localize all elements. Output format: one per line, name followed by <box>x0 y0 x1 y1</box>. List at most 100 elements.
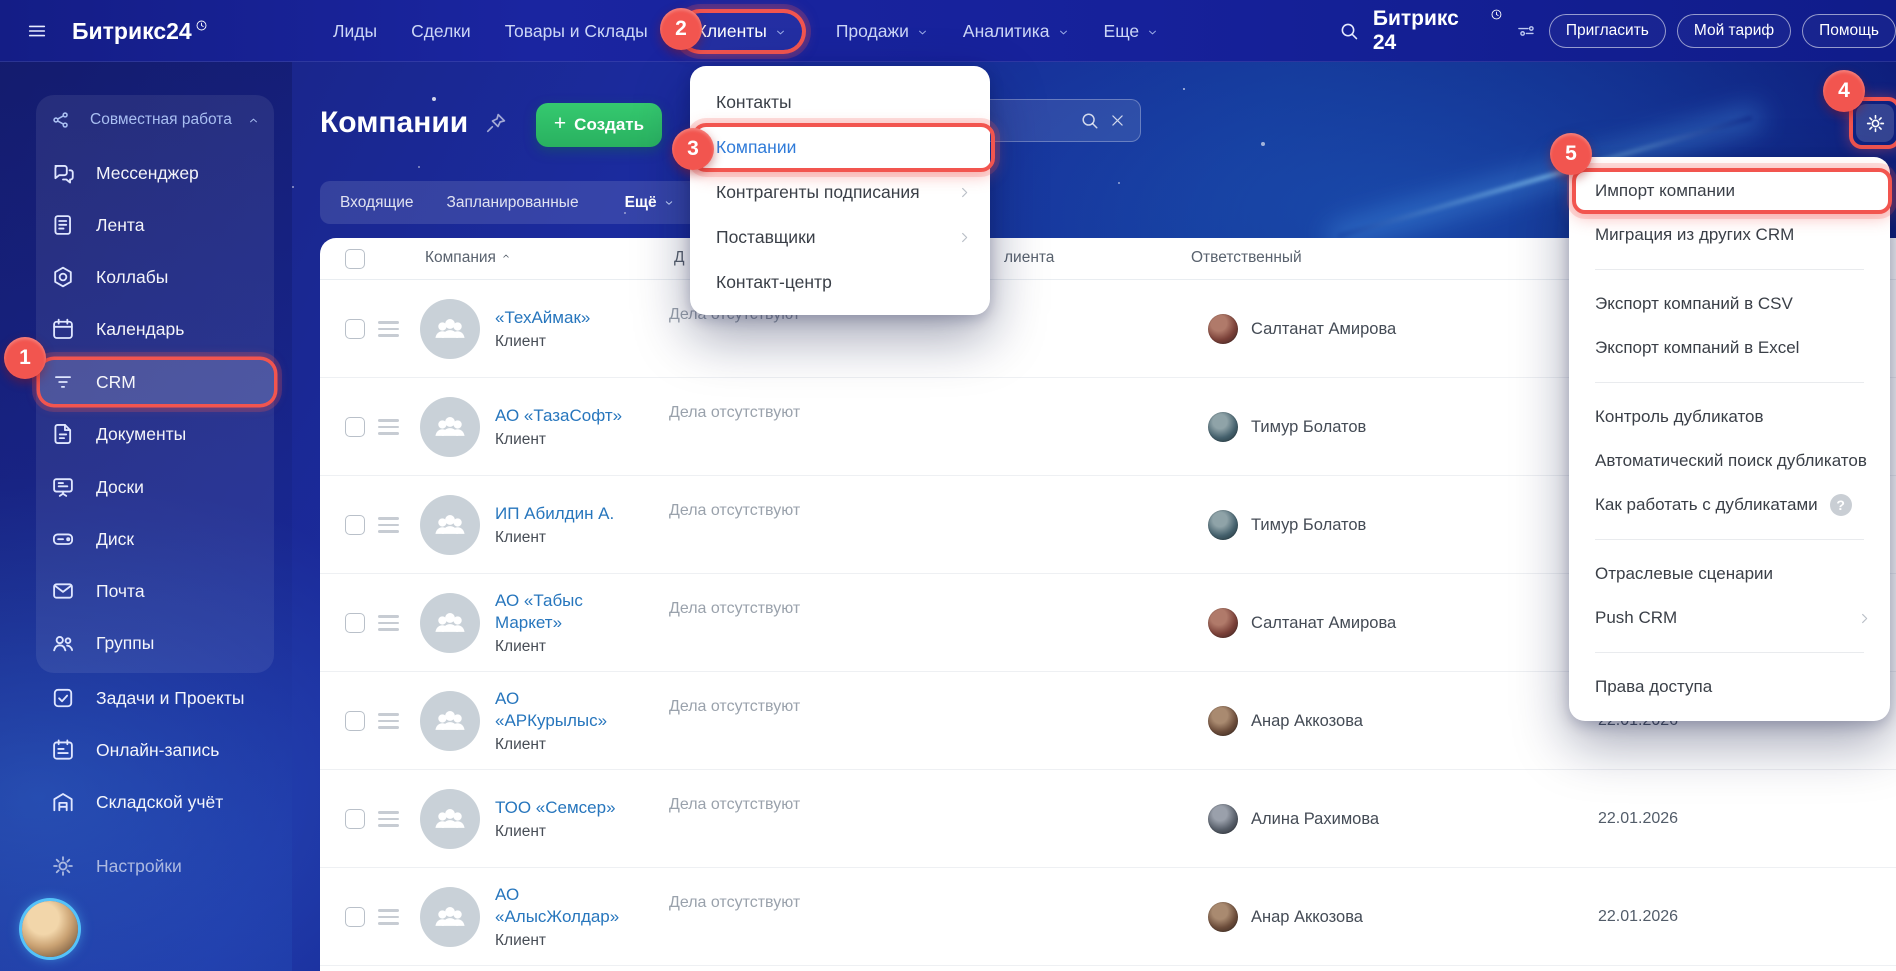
menu-item[interactable]: Контакты <box>690 80 990 125</box>
callout-badge-5: 5 <box>1550 133 1592 175</box>
search-icon[interactable] <box>1338 20 1360 42</box>
hamburger-menu-icon[interactable] <box>26 20 48 42</box>
sidebar-item-коллабы[interactable]: Коллабы <box>40 255 274 299</box>
create-button[interactable]: + Создать <box>536 103 662 147</box>
sidebar-item-label: Доски <box>96 477 144 498</box>
clear-search-icon[interactable] <box>1109 112 1126 129</box>
company-cell: АО «ТазаСофт»Клиент <box>495 378 630 476</box>
list-settings-gear-button[interactable] <box>1856 104 1894 142</box>
filter-tab[interactable]: Ещё <box>625 194 675 212</box>
nav-item[interactable]: Продажи <box>836 21 929 42</box>
activity-cell: Дела отсутствуют <box>669 600 800 618</box>
topbar-button[interactable]: Помощь <box>1802 14 1896 48</box>
topbar-button[interactable]: Пригласить <box>1549 14 1666 48</box>
sidebar-item-лента[interactable]: Лента <box>40 203 274 247</box>
portal-name-text: Битрикс 24 <box>1373 7 1487 55</box>
sidebar-item-календарь[interactable]: Календарь <box>40 307 274 351</box>
help-question-icon[interactable]: ? <box>1830 494 1852 516</box>
drag-handle-icon[interactable] <box>378 321 399 341</box>
collabs-icon <box>50 264 76 290</box>
sidebar-item-документы[interactable]: Документы <box>40 412 274 456</box>
table-settings-gear-icon[interactable] <box>378 250 396 268</box>
menu-item[interactable]: Экспорт компаний в CSV <box>1569 282 1890 326</box>
chevron-up-icon[interactable] <box>247 114 260 127</box>
user-avatar[interactable] <box>22 901 78 957</box>
nav-item[interactable]: Еще <box>1104 21 1160 42</box>
responsible-cell[interactable]: Тимур Болатов <box>1208 378 1366 476</box>
nav-item[interactable]: Лиды <box>333 21 377 42</box>
menu-item[interactable]: Отраслевые сценарии <box>1569 552 1890 596</box>
menu-item[interactable]: Контрагенты подписания <box>690 170 990 215</box>
sidebar-item-доски[interactable]: Доски <box>40 465 274 509</box>
menu-item[interactable]: Push CRM <box>1569 596 1890 640</box>
menu-item[interactable]: Контакт-центр <box>690 260 990 305</box>
sidebar-item-label: Диск <box>96 529 134 550</box>
responsible-cell[interactable]: Алина Рахимова <box>1208 770 1379 868</box>
responsible-cell[interactable]: Салтанат Амирова <box>1208 280 1396 378</box>
sidebar-item-почта[interactable]: Почта <box>40 569 274 613</box>
company-link[interactable]: ИП Абилдин А. <box>495 503 630 525</box>
sidebar-item-онлайн-запись[interactable]: Онлайн-запись <box>40 728 274 772</box>
menu-item[interactable]: Поставщики <box>690 215 990 260</box>
menu-item[interactable]: Импорт компании <box>1569 169 1890 213</box>
column-header-responsible[interactable]: Ответственный <box>1191 249 1302 267</box>
drag-handle-icon[interactable] <box>378 517 399 537</box>
table-row[interactable]: АО «АлысЖолдар»КлиентДела отсутствуютАна… <box>320 868 1896 966</box>
menu-item[interactable]: Контроль дубликатов <box>1569 395 1890 439</box>
sidebar-item-диск[interactable]: Диск <box>40 517 274 561</box>
company-link[interactable]: АО «Табыс Маркет» <box>495 590 630 634</box>
magnifier-icon[interactable] <box>1079 110 1100 131</box>
responsible-cell[interactable]: Анар Аккозова <box>1208 868 1363 966</box>
row-checkbox[interactable] <box>345 417 365 437</box>
responsible-cell[interactable]: Салтанат Амирова <box>1208 574 1396 672</box>
sidebar-item-мессенджер[interactable]: Мессенджер <box>40 151 274 195</box>
menu-item[interactable]: Миграция из других CRM <box>1569 213 1890 257</box>
row-checkbox[interactable] <box>345 515 365 535</box>
column-header-company[interactable]: Компания <box>425 249 512 267</box>
sidebar-item-настройки[interactable]: Настройки <box>40 844 274 888</box>
menu-item[interactable]: Экспорт компаний в Excel <box>1569 326 1890 370</box>
page-title: Компании <box>320 106 468 140</box>
pin-icon[interactable] <box>484 111 508 135</box>
gear-icon <box>1864 112 1887 135</box>
sidebar-item-группы[interactable]: Группы <box>40 621 274 665</box>
sidebar-item-label: Лента <box>96 215 144 236</box>
row-checkbox[interactable] <box>345 613 365 633</box>
drag-handle-icon[interactable] <box>378 615 399 635</box>
nav-item[interactable]: Аналитика <box>963 21 1070 42</box>
sidebar-item-задачи-и-проекты[interactable]: Задачи и Проекты <box>40 676 274 720</box>
drag-handle-icon[interactable] <box>378 419 399 439</box>
row-checkbox[interactable] <box>345 907 365 927</box>
select-all-checkbox[interactable] <box>345 249 365 269</box>
row-checkbox[interactable] <box>345 319 365 339</box>
company-link[interactable]: «ТехАймак» <box>495 307 630 329</box>
drag-handle-icon[interactable] <box>378 713 399 733</box>
row-checkbox[interactable] <box>345 809 365 829</box>
menu-item[interactable]: Автоматический поиск дубликатов <box>1569 439 1890 483</box>
responsible-cell[interactable]: Анар Аккозова <box>1208 672 1363 770</box>
company-link[interactable]: АО «АРКурылыс» <box>495 688 630 732</box>
menu-item[interactable]: Права доступа <box>1569 665 1890 709</box>
nav-item[interactable]: Товары и Склады <box>505 21 648 42</box>
filter-tab[interactable]: Входящие <box>340 194 414 212</box>
menu-item[interactable]: Компании <box>690 125 990 170</box>
drag-handle-icon[interactable] <box>378 909 399 929</box>
app-logo[interactable]: Битрикс24 <box>72 18 208 45</box>
sliders-icon[interactable] <box>1516 21 1536 41</box>
menu-item[interactable]: Как работать с дубликатами? <box>1569 483 1890 527</box>
sidebar-group-collab[interactable]: Совместная работа <box>40 98 274 142</box>
nav-item-label: Сделки <box>411 21 471 42</box>
row-checkbox[interactable] <box>345 711 365 731</box>
menu-item-label: Экспорт компаний в CSV <box>1595 294 1793 314</box>
drag-handle-icon[interactable] <box>378 811 399 831</box>
company-link[interactable]: АО «АлысЖолдар» <box>495 884 630 928</box>
sidebar-item-складской-учёт[interactable]: Складской учёт <box>40 780 274 824</box>
filter-tab[interactable]: Запланированные <box>447 194 579 212</box>
topbar-button[interactable]: Мой тариф <box>1677 14 1791 48</box>
company-link[interactable]: ТОО «Семсер» <box>495 797 630 819</box>
responsible-cell[interactable]: Тимур Болатов <box>1208 476 1366 574</box>
company-link[interactable]: АО «ТазаСофт» <box>495 405 630 427</box>
nav-item[interactable]: Сделки <box>411 21 471 42</box>
table-row[interactable]: ТОО «Семсер»КлиентДела отсутствуютАлина … <box>320 770 1896 868</box>
sidebar-item-crm[interactable]: CRM <box>40 360 274 404</box>
